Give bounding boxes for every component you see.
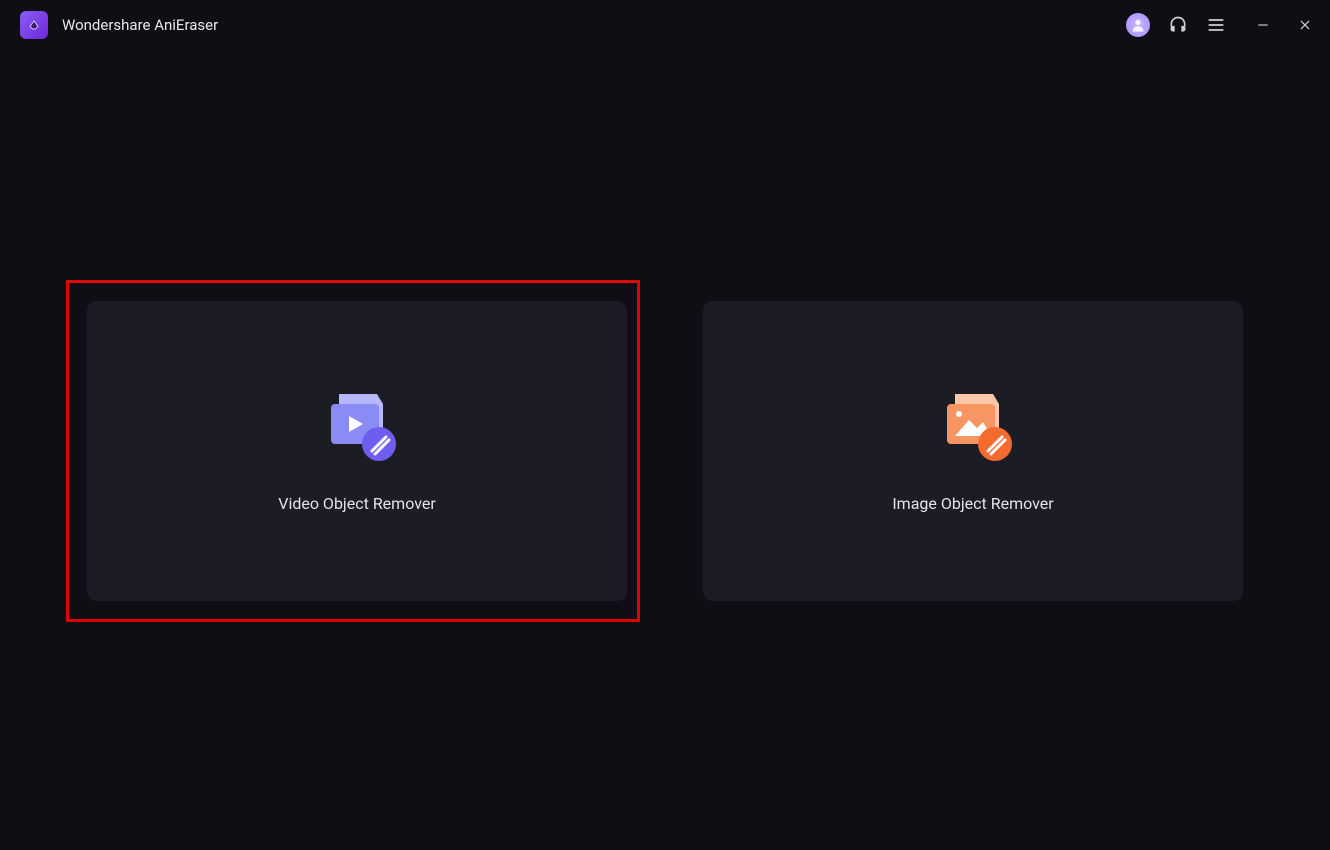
image-card-wrap: Image Object Remover: [690, 280, 1264, 622]
image-remover-icon: [933, 390, 1013, 462]
close-button[interactable]: [1296, 16, 1314, 34]
image-object-remover-card[interactable]: Image Object Remover: [703, 301, 1243, 601]
titlebar-right: [1126, 13, 1314, 37]
minimize-button[interactable]: [1254, 16, 1272, 34]
video-card-highlight: Video Object Remover: [66, 280, 640, 622]
headset-icon[interactable]: [1168, 15, 1188, 35]
menu-icon[interactable]: [1206, 15, 1226, 35]
image-card-label: Image Object Remover: [892, 494, 1053, 513]
window-controls: [1254, 16, 1314, 34]
main-content: Video Object Remover: [0, 50, 1330, 622]
user-avatar-icon[interactable]: [1126, 13, 1150, 37]
video-remover-icon: [317, 390, 397, 462]
video-card-label: Video Object Remover: [278, 494, 436, 513]
titlebar: Wondershare AniEraser: [0, 0, 1330, 50]
app-title: Wondershare AniEraser: [62, 16, 218, 34]
video-object-remover-card[interactable]: Video Object Remover: [87, 301, 627, 601]
titlebar-left: Wondershare AniEraser: [20, 11, 218, 39]
app-logo-icon: [20, 11, 48, 39]
